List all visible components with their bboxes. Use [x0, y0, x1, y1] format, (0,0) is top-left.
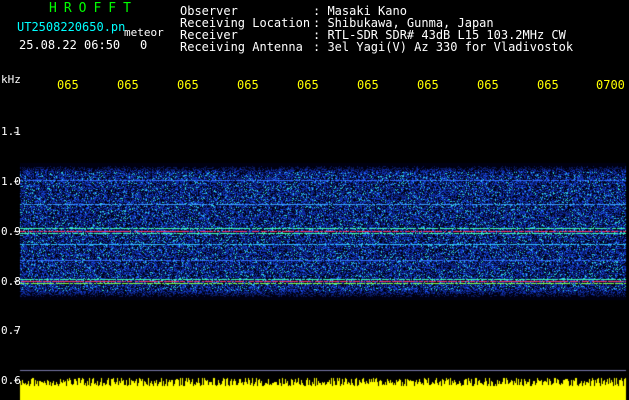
file-name: UT2508220650.pn [17, 20, 126, 34]
time-tick: 065 [57, 78, 79, 92]
time-tick: 065 [237, 78, 259, 92]
freq-tick: 1.0 [1, 175, 21, 188]
time-tick: 0700 [596, 78, 625, 92]
freq-unit-label: kHz [1, 73, 21, 86]
app-title: HROFFT [49, 1, 138, 16]
time-tick: 065 [357, 78, 379, 92]
time-tick: 065 [117, 78, 139, 92]
time-tick: 065 [417, 78, 439, 92]
time-tick: 065 [537, 78, 559, 92]
freq-tick: 1.1 [1, 125, 21, 138]
antenna-label: Receiving Antenna [180, 40, 303, 54]
time-tick: 065 [297, 78, 319, 92]
date-time: 25.08.22 06:50 [19, 38, 121, 52]
antenna-value: : 3el Yagi(V) Az 330 for Vladivostok [313, 40, 574, 54]
time-tick: 065 [177, 78, 199, 92]
freq-tick: 0.9 [1, 225, 21, 238]
time-tick: 065 [477, 78, 499, 92]
detection-count: 0 [140, 38, 148, 52]
spectrogram-canvas [0, 0, 629, 400]
freq-tick: 0.7 [1, 324, 21, 337]
freq-tick: 0.6 [1, 374, 21, 387]
freq-tick: 0.8 [1, 275, 21, 288]
